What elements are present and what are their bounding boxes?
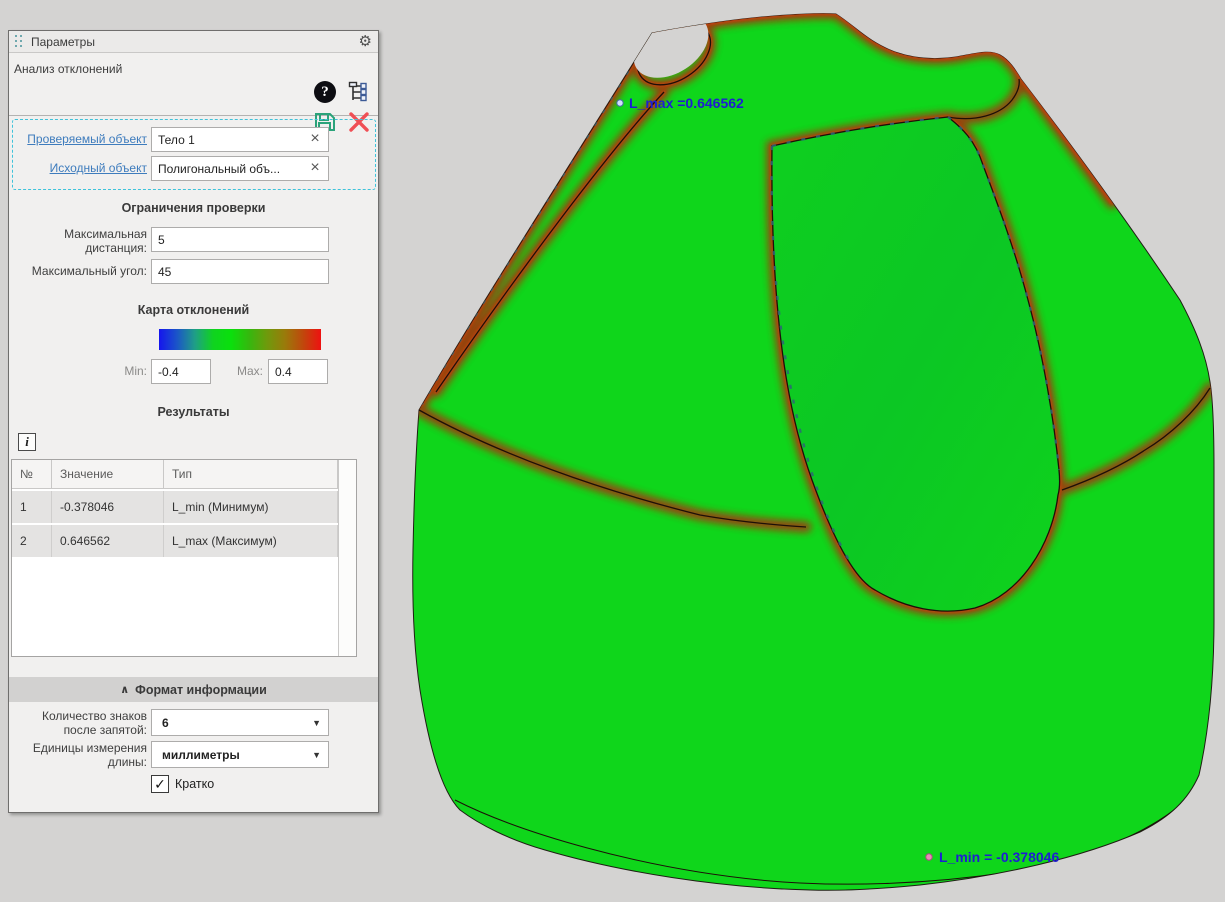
- brief-checkbox-label: Кратко: [175, 777, 214, 791]
- results-heading: Результаты: [9, 405, 378, 419]
- col-header-value: Значение: [52, 460, 164, 488]
- col-header-num: №: [12, 460, 52, 488]
- table-row[interactable]: 2 0.646562 L_max (Максимум): [12, 525, 338, 557]
- format-heading: Формат информации: [135, 683, 267, 697]
- max-annotation: L_max =0.646562: [629, 95, 744, 111]
- max-label: Max:: [211, 364, 263, 378]
- structure-tree-icon[interactable]: [347, 80, 371, 104]
- target-object-link[interactable]: Проверяемый объект: [27, 132, 147, 146]
- decimals-value: 6: [162, 716, 169, 730]
- panel-header: Анализ отклонений ?: [9, 54, 378, 116]
- target-clear-icon[interactable]: ×: [307, 130, 323, 148]
- decimals-label: Количество знаков после запятой:: [9, 709, 147, 737]
- limits-heading: Ограничения проверки: [9, 201, 378, 215]
- max-angle-field[interactable]: [151, 259, 329, 284]
- results-table-header: № Значение Тип: [12, 460, 338, 489]
- results-table: № Значение Тип 1 -0.378046 L_min (Миниму…: [11, 459, 357, 657]
- drag-grip-icon[interactable]: [15, 35, 24, 48]
- source-clear-icon[interactable]: ×: [307, 159, 323, 177]
- dropdown-arrow-icon: ▼: [312, 750, 321, 760]
- units-value: миллиметры: [162, 748, 240, 762]
- help-icon[interactable]: ?: [314, 81, 336, 103]
- gear-icon[interactable]: ⚙: [359, 34, 372, 49]
- deviation-map-heading: Карта отклонений: [9, 303, 378, 317]
- info-icon[interactable]: i: [18, 433, 36, 451]
- collapse-chevron-icon: ∧: [120, 683, 129, 696]
- min-point-marker: [926, 854, 932, 860]
- max-angle-label: Максимальный угол:: [9, 264, 147, 278]
- max-point-marker: [617, 100, 623, 106]
- command-title: Анализ отклонений: [14, 62, 122, 76]
- target-object-field[interactable]: [151, 127, 329, 152]
- max-distance-label: Максимальная дистанция:: [9, 227, 147, 255]
- deviation-color-scale: [159, 329, 321, 350]
- min-annotation: L_min = -0.378046: [939, 849, 1059, 865]
- dropdown-arrow-icon: ▼: [312, 718, 321, 728]
- brief-checkbox[interactable]: ✓: [151, 775, 169, 793]
- parameters-panel: Параметры ⚙ Анализ отклонений ?: [8, 30, 379, 813]
- table-row[interactable]: 1 -0.378046 L_min (Минимум): [12, 491, 338, 523]
- checkmark-icon: ✓: [154, 776, 166, 793]
- table-scrollbar-track[interactable]: [338, 460, 356, 656]
- panel-title: Параметры: [31, 35, 359, 49]
- min-label: Min:: [95, 364, 147, 378]
- format-section-header[interactable]: ∧ Формат информации: [9, 677, 378, 702]
- units-label: Единицы измерения длины:: [9, 741, 147, 769]
- decimals-dropdown[interactable]: 6 ▼: [151, 709, 329, 736]
- col-header-type: Тип: [164, 460, 338, 488]
- units-dropdown[interactable]: миллиметры ▼: [151, 741, 329, 768]
- min-field[interactable]: [151, 359, 211, 384]
- panel-titlebar[interactable]: Параметры ⚙: [9, 31, 378, 53]
- max-distance-field[interactable]: [151, 227, 329, 252]
- source-object-link[interactable]: Исходный объект: [50, 161, 147, 175]
- source-object-field[interactable]: [151, 156, 329, 181]
- max-field[interactable]: [268, 359, 328, 384]
